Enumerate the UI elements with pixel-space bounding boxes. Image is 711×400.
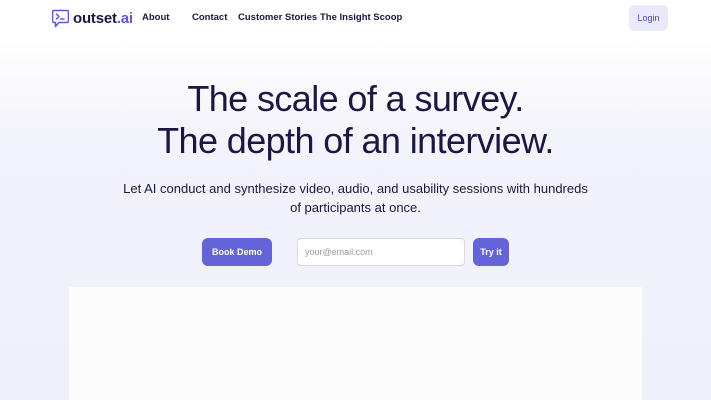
login-button[interactable]: Login [629, 5, 668, 31]
email-input[interactable] [297, 238, 465, 266]
terminal-chat-icon [51, 9, 70, 28]
headline-line-2: The depth of an interview. [157, 120, 554, 161]
logo-text: outset.ai [73, 10, 133, 27]
logo[interactable]: outset.ai [51, 8, 133, 28]
nav-link-about[interactable]: About [142, 12, 169, 23]
hero-media-panel [69, 287, 642, 400]
headline-line-1: The scale of a survey. [187, 78, 524, 119]
nav-link-contact[interactable]: Contact [192, 12, 227, 23]
hero-subtext: Let AI conduct and synthesize video, aud… [123, 181, 588, 215]
top-nav: outset.ai About Contact Customer Stories… [0, 0, 711, 38]
book-demo-button[interactable]: Book Demo [202, 238, 272, 266]
nav-link-customer-stories[interactable]: Customer Stories [238, 12, 317, 23]
nav-link-insight-scoop[interactable]: The Insight Scoop [320, 12, 402, 23]
try-it-button[interactable]: Try it [473, 238, 509, 266]
logo-tld: .ai [116, 9, 133, 27]
logo-name: outset [73, 9, 117, 27]
hero-headline: The scale of a survey. The depth of an i… [0, 78, 711, 162]
